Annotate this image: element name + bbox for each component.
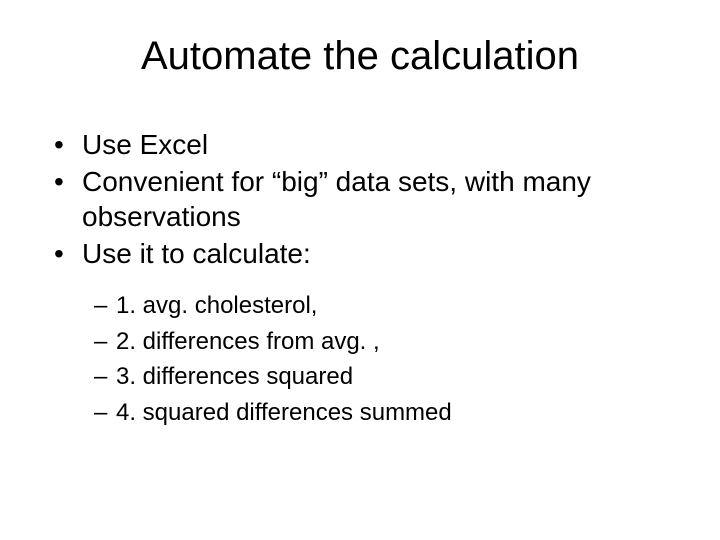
bullet-icon: • (54, 236, 82, 271)
sub-bullet-text: 3. differences squared (116, 360, 680, 394)
bullet-text: Convenient for “big” data sets, with man… (82, 164, 680, 234)
bullet-icon: • (54, 164, 82, 234)
list-item: – 3. differences squared (94, 360, 680, 394)
list-item: • Convenient for “big” data sets, with m… (54, 164, 680, 234)
bullet-icon: • (54, 127, 82, 162)
bullet-text: Use it to calculate: (82, 236, 680, 271)
slide-title: Automate the calculation (40, 34, 680, 79)
sub-bullet-text: 2. differences from avg. , (116, 325, 680, 359)
dash-icon: – (94, 396, 116, 430)
main-bullet-list: • Use Excel • Convenient for “big” data … (40, 127, 680, 271)
list-item: – 1. avg. cholesterol, (94, 289, 680, 323)
dash-icon: – (94, 289, 116, 323)
list-item: • Use Excel (54, 127, 680, 162)
sub-bullet-list: – 1. avg. cholesterol, – 2. differences … (40, 289, 680, 429)
bullet-text: Use Excel (82, 127, 680, 162)
list-item: – 4. squared differences summed (94, 396, 680, 430)
dash-icon: – (94, 360, 116, 394)
list-item: – 2. differences from avg. , (94, 325, 680, 359)
sub-bullet-text: 4. squared differences summed (116, 396, 680, 430)
dash-icon: – (94, 325, 116, 359)
list-item: • Use it to calculate: (54, 236, 680, 271)
sub-bullet-text: 1. avg. cholesterol, (116, 289, 680, 323)
